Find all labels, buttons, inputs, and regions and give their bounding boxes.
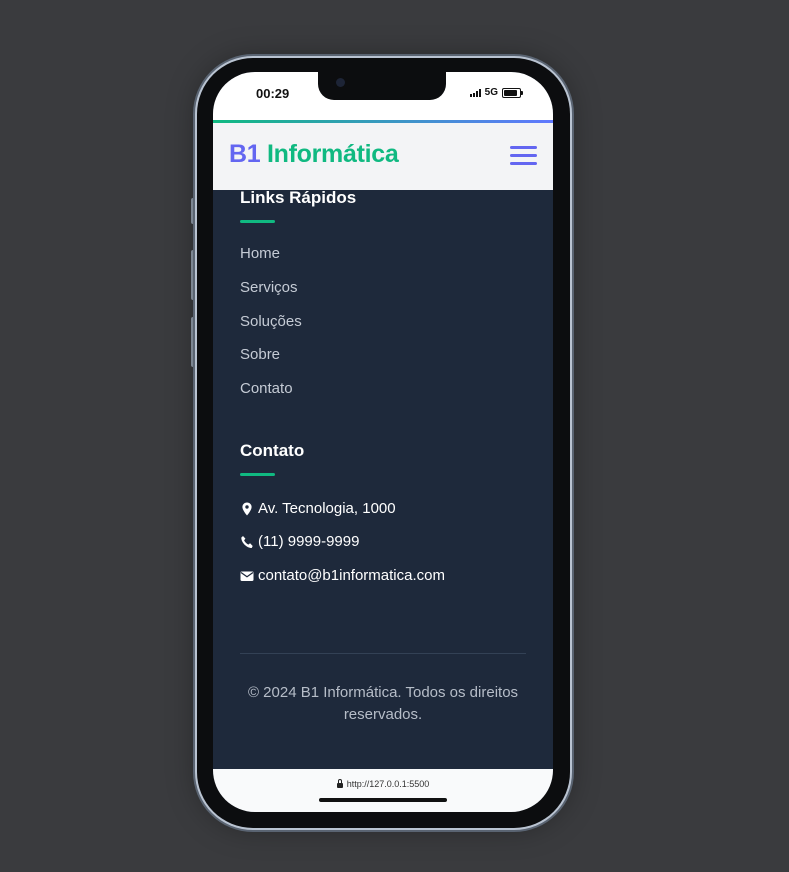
status-bar: 00:29 5G xyxy=(213,72,553,120)
footer-link-sobre[interactable]: Sobre xyxy=(240,346,280,363)
quick-links-title: Links Rápidos xyxy=(240,188,357,207)
phone-icon xyxy=(241,535,253,548)
lock-icon xyxy=(336,779,343,788)
hamburger-menu-icon[interactable] xyxy=(510,146,537,166)
address-text: Av. Tecnologia, 1000 xyxy=(258,500,396,517)
site-logo[interactable]: B1 Informática xyxy=(229,140,399,169)
logo-part-informatica: Informática xyxy=(267,140,399,168)
volume-down-button xyxy=(191,317,195,367)
site-header: B1 Informática xyxy=(213,120,553,190)
status-time: 00:29 xyxy=(256,86,290,101)
silent-switch xyxy=(191,198,195,224)
signal-icon xyxy=(469,88,481,97)
contact-underline xyxy=(240,473,275,476)
footer-link-solucoes[interactable]: Soluções xyxy=(240,313,302,330)
contact-email: contato@b1informatica.com xyxy=(240,567,445,584)
notch xyxy=(318,72,446,100)
footer-divider xyxy=(240,653,526,654)
footer-link-contato[interactable]: Contato xyxy=(240,380,293,397)
contact-phone: (11) 9999-9999 xyxy=(240,533,359,550)
contact-address: Av. Tecnologia, 1000 xyxy=(240,500,396,517)
footer-link-servicos[interactable]: Serviços xyxy=(240,279,298,296)
contact-title: Contato xyxy=(240,441,305,460)
camera-icon xyxy=(336,78,345,87)
home-indicator[interactable] xyxy=(319,798,447,802)
email-text[interactable]: contato@b1informatica.com xyxy=(258,567,445,584)
url-text: http://127.0.0.1:5500 xyxy=(346,779,430,789)
quick-links-underline xyxy=(240,220,275,223)
volume-up-button xyxy=(191,250,195,300)
map-marker-icon xyxy=(242,502,252,515)
browser-url-bar[interactable]: http://127.0.0.1:5500 xyxy=(213,769,553,812)
phone-text: (11) 9999-9999 xyxy=(258,533,360,550)
logo-part-b1: B1 xyxy=(229,140,261,168)
envelope-icon xyxy=(240,571,254,581)
network-type: 5G xyxy=(484,87,498,98)
battery-icon xyxy=(502,87,523,98)
footer-link-home[interactable]: Home xyxy=(240,245,280,262)
copyright-text: © 2024 B1 Informática. Todos os direitos… xyxy=(247,684,519,723)
phone-screen: 00:29 5G B1 Informática Links Rápidos Ho… xyxy=(213,72,553,812)
url-display[interactable]: http://127.0.0.1:5500 xyxy=(213,779,553,789)
